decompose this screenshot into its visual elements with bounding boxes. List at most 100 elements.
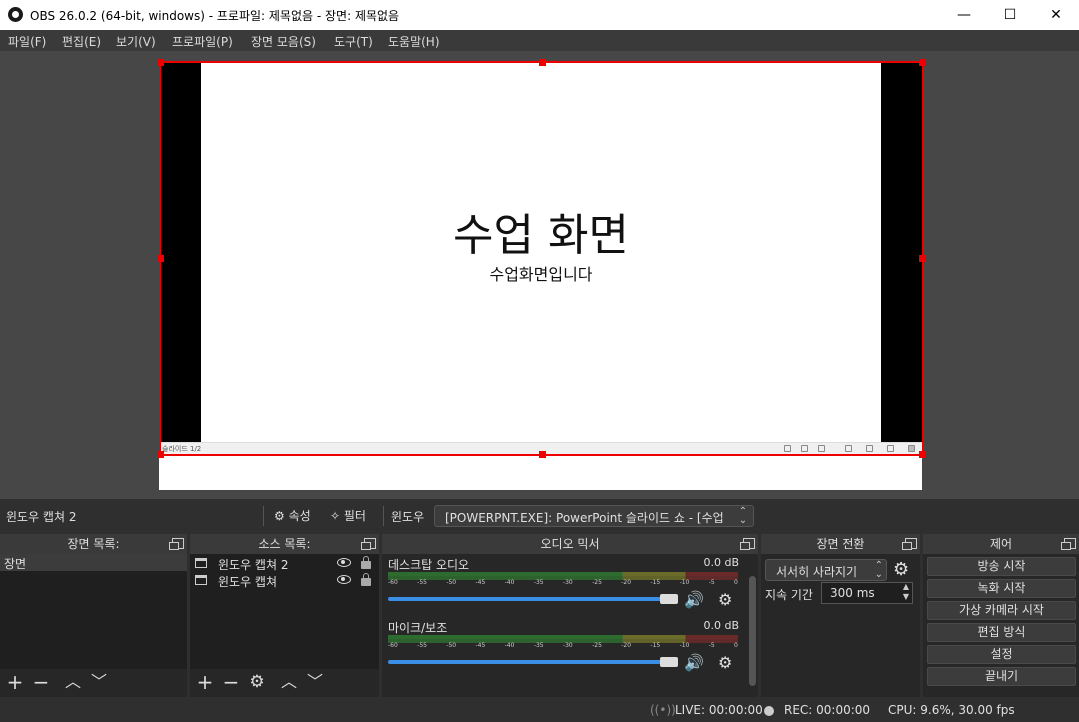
menu-scene-collection[interactable]: 장면 모음(S) <box>251 33 316 50</box>
menu-view[interactable]: 보기(V) <box>116 33 156 50</box>
speaker-icon[interactable]: 🔊 <box>684 590 704 609</box>
volume-slider-thumb[interactable] <box>660 657 678 667</box>
transition-value: 서서히 사라지기 <box>776 565 858 579</box>
controls-dock-title: 제어 <box>923 534 1079 554</box>
start-streaming-button[interactable]: 방송 시작 <box>927 557 1076 576</box>
undock-icon[interactable] <box>902 538 917 550</box>
menu-icon <box>801 445 808 452</box>
scene-list[interactable]: 장면 <box>0 554 187 669</box>
db-scale: -60 -55 -50 -45 -40 -35 -30 -25 -20 -15 -10 -5 0 <box>388 642 738 652</box>
studio-mode-button[interactable]: 편집 방식 <box>927 623 1076 642</box>
eye-icon[interactable] <box>337 575 351 584</box>
menu-file[interactable]: 파일(F) <box>8 33 46 50</box>
scale-tick: -15 <box>650 579 661 586</box>
updown-icon: ⌃ ⌄ <box>738 506 748 526</box>
remove-icon[interactable]: − <box>30 671 52 693</box>
audio-channel-mic: 마이크/보조 0.0 dB -60 -55 -50 -45 -40 -35 -30 -25 -2… <box>386 619 739 679</box>
lock-icon[interactable] <box>361 573 371 586</box>
channel-db: 0.0 dB <box>703 619 739 632</box>
spinner-icon[interactable]: ▲ ▼ <box>899 582 913 604</box>
filters-button[interactable]: ✧ 필터 <box>330 507 366 524</box>
scale-tick: -45 <box>475 642 486 649</box>
prev-icon <box>784 445 791 452</box>
move-down-icon[interactable]: ﹀ <box>88 671 110 693</box>
letterbox-right <box>881 61 922 442</box>
settings-button[interactable]: 설정 <box>927 645 1076 664</box>
scene-item[interactable]: 장면 <box>0 554 187 571</box>
scenes-dock-title: 장면 목록: <box>0 534 187 554</box>
source-label: 윈도우 캡쳐 2 <box>218 558 289 572</box>
channel-name: 마이크/보조 <box>388 621 448 635</box>
transitions-body: 서서히 사라지기 ⌃ ⌄ ⚙ 지속 기간 300 ms ▲ ▼ <box>761 554 920 697</box>
channel-db: 0.0 dB <box>703 556 739 569</box>
close-button[interactable]: ✕ <box>1033 0 1079 30</box>
rec-icon <box>764 706 774 716</box>
slide: 수업 화면 수업화면입니다 <box>201 61 881 442</box>
move-down-icon[interactable]: ﹀ <box>304 671 326 693</box>
gear-icon[interactable]: ⚙ <box>718 653 732 672</box>
gear-icon[interactable]: ⚙ <box>718 590 732 609</box>
sources-footer: + − ⚙ ︿ ﹀ <box>190 669 379 697</box>
eye-icon[interactable] <box>337 558 351 567</box>
speaker-icon[interactable]: 🔊 <box>684 653 704 672</box>
properties-button[interactable]: ⚙ 속성 <box>274 507 311 524</box>
scale-tick: -60 <box>388 579 398 586</box>
menu-tools[interactable]: 도구(T) <box>334 33 373 50</box>
scale-tick: -40 <box>504 579 515 586</box>
gear-icon: ⚙ <box>274 509 285 523</box>
scale-tick: -15 <box>650 642 661 649</box>
gear-icon[interactable]: ⚙ <box>246 671 268 693</box>
source-item[interactable]: 윈도우 캡쳐 <box>190 572 379 589</box>
source-list[interactable]: 윈도우 캡쳐 2 윈도우 캡쳐 <box>190 554 379 669</box>
undock-icon[interactable] <box>740 538 755 550</box>
scale-tick: -55 <box>417 579 427 586</box>
maximize-button[interactable]: ☐ <box>987 0 1033 30</box>
db-scale: -60 -55 -50 -45 -40 -35 -30 -25 -20 -15 -10 -5 0 <box>388 579 738 589</box>
scale-tick: -25 <box>592 642 602 649</box>
source-item[interactable]: 윈도우 캡쳐 2 <box>190 555 379 572</box>
volume-slider-track[interactable] <box>388 660 668 664</box>
transition-select[interactable]: 서서히 사라지기 ⌃ ⌄ <box>765 559 887 581</box>
start-recording-button[interactable]: 녹화 시작 <box>927 579 1076 598</box>
volume-slider-thumb[interactable] <box>660 594 678 604</box>
scale-tick: -30 <box>562 579 573 586</box>
cpu-status: CPU: 9.6%, 30.00 fps <box>888 703 1015 717</box>
mixer-body: 데스크탑 오디오 0.0 dB -60 -55 -50 -45 -40 -35 -30 -25… <box>382 554 758 697</box>
lock-icon[interactable] <box>361 556 371 569</box>
scale-tick: -10 <box>679 642 690 649</box>
scale-tick: -60 <box>388 642 398 649</box>
slide-status-bar: 슬라이드 1/2 <box>159 442 922 454</box>
transitions-dock-title: 장면 전환 <box>761 534 920 554</box>
scale-tick: -45 <box>475 579 486 586</box>
live-timer: LIVE: 00:00:00 <box>675 703 763 717</box>
move-up-icon[interactable]: ︿ <box>278 671 300 693</box>
minimize-button[interactable]: — <box>941 0 987 30</box>
undock-icon[interactable] <box>1061 538 1076 550</box>
selected-source-name: 윈도우 캡쳐 2 <box>6 510 77 524</box>
window-icon <box>195 575 207 585</box>
scenes-footer: + − ︿ ﹀ <box>0 669 187 697</box>
move-up-icon[interactable]: ︿ <box>62 671 84 693</box>
scale-tick: -10 <box>679 579 690 586</box>
gear-icon[interactable]: ⚙ <box>893 559 909 580</box>
menu-edit[interactable]: 편집(E) <box>62 33 101 50</box>
mixer-dock-title: 오디오 믹서 <box>382 534 758 554</box>
remove-icon[interactable]: − <box>220 671 242 693</box>
mixer-scrollbar[interactable] <box>749 576 756 686</box>
undock-icon[interactable] <box>169 538 184 550</box>
menu-profile[interactable]: 프로파일(P) <box>172 33 233 50</box>
menu-help[interactable]: 도움말(H) <box>388 33 440 50</box>
add-icon[interactable]: + <box>194 671 216 693</box>
start-virtual-camera-button[interactable]: 가상 카메라 시작 <box>927 601 1076 620</box>
scale-tick: -20 <box>621 579 632 586</box>
properties-label: 속성 <box>288 509 311 523</box>
scale-tick: 0 <box>734 642 738 649</box>
undock-icon[interactable] <box>361 538 376 550</box>
volume-slider-track[interactable] <box>388 597 668 601</box>
preview-canvas[interactable]: 수업 화면 수업화면입니다 슬라이드 1/2 <box>159 61 922 490</box>
window-icon <box>195 558 207 568</box>
window-select[interactable]: [POWERPNT.EXE]: PowerPoint 슬라이드 쇼 - [수업 ⌃… <box>434 505 754 527</box>
add-icon[interactable]: + <box>4 671 26 693</box>
exit-button[interactable]: 끝내기 <box>927 667 1076 686</box>
filters-label: 필터 <box>343 509 366 523</box>
